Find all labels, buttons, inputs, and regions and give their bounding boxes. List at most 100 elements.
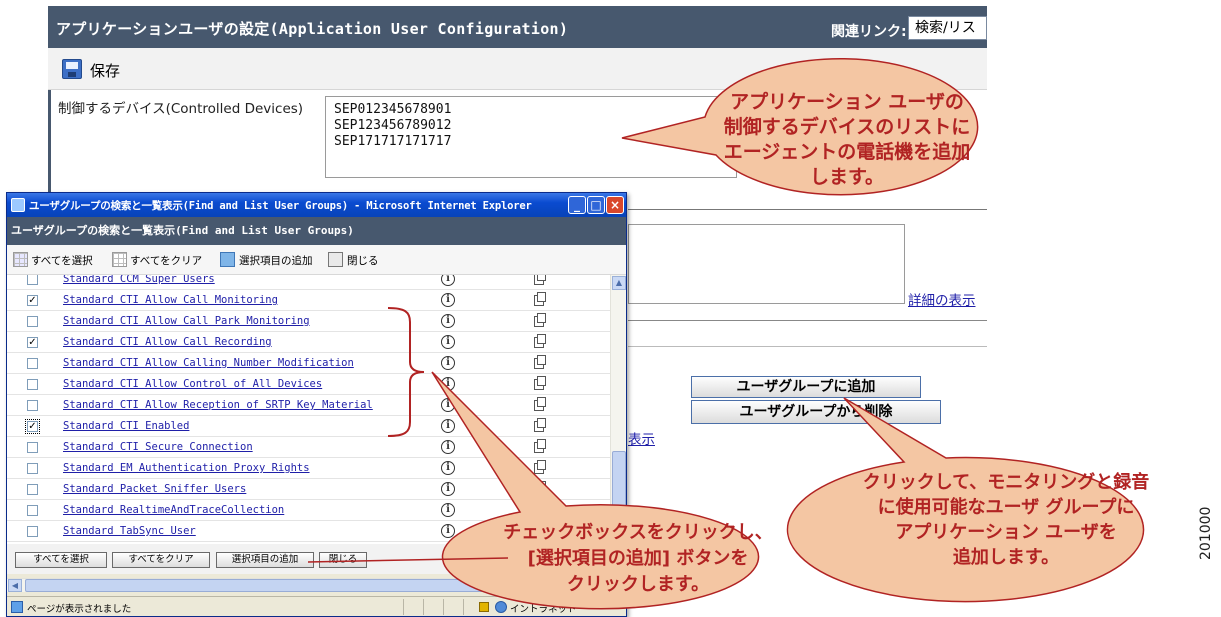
info-icon[interactable]: i (441, 440, 455, 454)
callout-right-text: クリックして、モニタリングと録音 に使用可能なユーザ グループに アプリケーショ… (846, 470, 1166, 570)
info-icon[interactable]: i (441, 524, 455, 538)
callout-line: クリックします。 (566, 574, 710, 595)
close-page-icon[interactable] (328, 252, 343, 267)
user-groups-list[interactable] (628, 224, 905, 304)
group-name-link[interactable]: Standard CTI Allow Call Monitoring (63, 294, 278, 306)
row-checkbox[interactable] (27, 505, 38, 516)
info-icon[interactable]: i (441, 398, 455, 412)
status-separator (423, 599, 424, 615)
add-to-user-group-button[interactable]: ユーザグループに追加 (691, 376, 921, 398)
device-item[interactable]: SEP171717171717 (334, 134, 728, 150)
copy-icon[interactable] (534, 376, 546, 390)
remove-from-user-group-button[interactable]: ユーザグループから削除 (691, 400, 941, 424)
copy-icon[interactable] (534, 460, 546, 474)
copy-icon[interactable] (534, 418, 546, 432)
controlled-devices-list[interactable]: SEP012345678901 SEP123456789012 SEP17171… (325, 96, 737, 178)
row-checkbox[interactable]: ✓ (27, 295, 38, 306)
row-checkbox[interactable] (27, 379, 38, 390)
copy-icon[interactable] (534, 397, 546, 411)
toolbar-select-all[interactable]: すべてを選択 (31, 253, 93, 268)
table-row: ✓ Standard CTI Enabled i (7, 416, 610, 437)
related-links-select[interactable]: 検索/リス (908, 16, 987, 40)
toolbar-close[interactable]: 閉じる (347, 253, 379, 268)
copy-icon[interactable] (534, 334, 546, 348)
info-icon[interactable]: i (441, 461, 455, 475)
callout-line: [選択項目の追加] ボタンを (527, 548, 749, 569)
window-titlebar[interactable]: ユーザグループの検索と一覧表示(Find and List User Group… (7, 193, 626, 217)
copy-icon[interactable] (534, 502, 546, 516)
maximize-icon[interactable]: □ (587, 196, 605, 214)
view-details-link[interactable]: 詳細の表示 (908, 289, 976, 309)
copy-icon[interactable] (534, 275, 546, 285)
info-icon[interactable]: i (441, 419, 455, 433)
copy-icon[interactable] (534, 313, 546, 327)
copy-icon[interactable] (534, 355, 546, 369)
page-header: アプリケーションユーザの設定(Application User Configur… (48, 6, 987, 48)
group-name-link[interactable]: Standard CTI Allow Control of All Device… (63, 378, 322, 390)
add-selected-button[interactable]: 選択項目の追加 (216, 552, 314, 568)
row-checkbox[interactable]: ✓ (27, 337, 38, 348)
callout-line: チェックボックスをクリックし、 (503, 522, 773, 543)
group-name-link[interactable]: Standard RealtimeAndTraceCollection (63, 504, 284, 516)
row-checkbox[interactable] (27, 526, 38, 537)
copy-icon[interactable] (534, 439, 546, 453)
divider (628, 209, 987, 210)
group-name-link[interactable]: Standard CTI Allow Call Recording (63, 336, 272, 348)
close-button[interactable]: 閉じる (319, 552, 367, 568)
window-title: ユーザグループの検索と一覧表示(Find and List User Group… (29, 200, 532, 212)
toolbar-clear-all[interactable]: すべてをクリア (130, 253, 202, 268)
ie-icon (11, 198, 25, 212)
info-icon[interactable]: i (441, 356, 455, 370)
save-button-label[interactable]: 保存 (90, 60, 120, 81)
row-checkbox[interactable] (27, 400, 38, 411)
group-name-link[interactable]: Standard CTI Enabled (63, 420, 189, 432)
info-icon[interactable]: i (441, 335, 455, 349)
callout-line: に使用可能なユーザ グループに (877, 497, 1135, 518)
group-name-link[interactable]: Standard CTI Allow Call Park Monitoring (63, 315, 310, 327)
info-icon[interactable]: i (441, 482, 455, 496)
table-row: Standard CTI Allow Reception of SRTP Key… (7, 395, 610, 416)
save-icon[interactable] (62, 59, 82, 79)
info-icon[interactable]: i (441, 503, 455, 517)
scroll-left-icon[interactable]: ◀ (8, 579, 22, 592)
clear-all-icon[interactable] (112, 252, 127, 267)
group-name-link[interactable]: Standard CTI Allow Reception of SRTP Key… (63, 399, 373, 411)
scroll-up-icon[interactable]: ▲ (612, 276, 626, 290)
row-checkbox[interactable] (27, 442, 38, 453)
group-name-link[interactable]: Standard TabSync User (63, 525, 196, 537)
info-icon[interactable]: i (441, 377, 455, 391)
group-name-link[interactable]: Standard CCM Super Users (63, 275, 215, 285)
copy-icon[interactable] (534, 481, 546, 495)
controlled-devices-label: 制御するデバイス(Controlled Devices) (58, 101, 304, 117)
table-row: Standard RealtimeAndTraceCollection i (7, 500, 610, 521)
device-item[interactable]: SEP012345678901 (334, 102, 728, 118)
row-checkbox[interactable]: ✓ (25, 419, 40, 434)
row-checkbox[interactable] (27, 358, 38, 369)
group-name-link[interactable]: Standard Packet Sniffer Users (63, 483, 246, 495)
show-link[interactable]: 表示 (628, 428, 655, 448)
row-checkbox[interactable] (27, 275, 38, 285)
row-checkbox[interactable] (27, 463, 38, 474)
vertical-scrollbar[interactable]: ▲ (610, 275, 626, 544)
toolbar-add-selected[interactable]: 選択項目の追加 (239, 253, 313, 268)
page-toolbar: 保存 (48, 48, 987, 90)
clear-all-button[interactable]: すべてをクリア (112, 552, 210, 568)
close-icon[interactable]: × (606, 196, 624, 214)
select-all-icon[interactable] (13, 252, 28, 267)
info-icon[interactable]: i (441, 314, 455, 328)
device-item[interactable]: SEP123456789012 (334, 118, 728, 134)
add-selected-icon[interactable] (220, 252, 235, 267)
row-checkbox[interactable] (27, 484, 38, 495)
callout-line: アプリケーション ユーザを (895, 522, 1117, 543)
select-all-button[interactable]: すべてを選択 (15, 552, 107, 568)
group-name-link[interactable]: Standard CTI Secure Connection (63, 441, 253, 453)
group-name-link[interactable]: Standard EM Authentication Proxy Rights (63, 462, 310, 474)
status-separator (403, 599, 404, 615)
minimize-icon[interactable]: _ (568, 196, 586, 214)
info-icon[interactable]: i (441, 275, 455, 286)
copy-icon[interactable] (534, 292, 546, 306)
group-name-link[interactable]: Standard CTI Allow Calling Number Modifi… (63, 357, 354, 369)
status-text: ページが表示されました (27, 604, 132, 615)
row-checkbox[interactable] (27, 316, 38, 327)
info-icon[interactable]: i (441, 293, 455, 307)
